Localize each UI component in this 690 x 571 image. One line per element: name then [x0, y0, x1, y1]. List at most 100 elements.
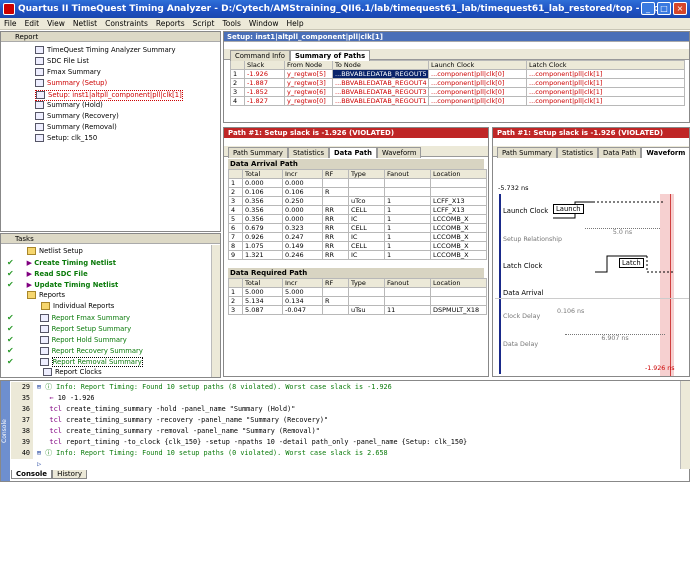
- table-row[interactable]: 1 5.000 5.000: [228, 287, 487, 297]
- console-input-line[interactable]: ▷: [11, 459, 679, 470]
- table-row[interactable]: 9 1.321 0.246 RR IC 1 LCCOMB_X: [228, 250, 487, 260]
- column-header[interactable]: From Node: [284, 60, 333, 70]
- console-output[interactable]: 29 ⊞ ⓘ Info: Report Timing: Found 10 set…: [11, 381, 679, 469]
- report-item[interactable]: Summary (Recovery): [35, 112, 119, 121]
- maximize-button[interactable]: □: [657, 2, 671, 15]
- close-button[interactable]: ×: [673, 2, 687, 15]
- tasks-scrollbar[interactable]: [211, 245, 220, 377]
- task-item[interactable]: ✔ Report Removal Summary: [7, 357, 143, 367]
- report-item-label: Setup: inst1|altpll_component|pll|clk[1]: [48, 91, 182, 99]
- task-folder[interactable]: Reports: [27, 291, 65, 300]
- menu-file[interactable]: File: [0, 19, 21, 28]
- report-item-selected[interactable]: Setup: inst1|altpll_component|pll|clk[1]: [35, 90, 183, 101]
- tab-waveform[interactable]: Waveform: [376, 147, 422, 158]
- tab-data-path[interactable]: Data Path: [598, 147, 642, 158]
- column-header[interactable]: RF: [322, 278, 349, 288]
- arrival-table: Total Incr RF Type Fanout Location 1 0.000 0.00…: [228, 169, 487, 260]
- column-header[interactable]: Type: [348, 169, 385, 179]
- report-icon: [42, 368, 52, 376]
- column-header[interactable]: Location: [430, 278, 487, 288]
- report-item[interactable]: TimeQuest Timing Analyzer Summary: [35, 46, 176, 55]
- column-header[interactable]: Launch Clock: [428, 60, 527, 70]
- minimize-button[interactable]: _: [641, 2, 655, 15]
- menu-view[interactable]: View: [43, 19, 69, 28]
- task-item[interactable]: ✔ ▶ Create Timing Netlist: [7, 258, 116, 268]
- report-item[interactable]: Setup: clk_150: [35, 134, 97, 143]
- column-header: [228, 278, 243, 288]
- table-row[interactable]: 1 0.000 0.000: [228, 178, 487, 188]
- task-item[interactable]: ✔ ▶ Read SDC File: [7, 269, 88, 279]
- table-row[interactable]: 2 -1.887 y_regtwo[3] ...BBVABLEDATAB_REGOUT…: [230, 78, 685, 88]
- menu-edit[interactable]: Edit: [21, 19, 44, 28]
- menu-netlist[interactable]: Netlist: [69, 19, 101, 28]
- menu-tools[interactable]: Tools: [218, 19, 244, 28]
- column-header[interactable]: Total: [242, 169, 283, 179]
- menu-script[interactable]: Script: [189, 19, 219, 28]
- column-header[interactable]: Fanout: [384, 278, 431, 288]
- report-item[interactable]: Summary (Hold): [35, 101, 103, 110]
- table-row[interactable]: 2 5.134 0.134 R: [228, 296, 487, 306]
- table-row[interactable]: 3 -1.852 y_regtwo[6] ...BBVABLEDATAB_REGOUT…: [230, 87, 685, 97]
- table-row[interactable]: 6 0.679 0.323 RR CELL 1 LCCOMB_X: [228, 223, 487, 233]
- table-row[interactable]: 4 -1.827 y_regtwo[0] ...BBVABLEDATAB_REGOUT…: [230, 96, 685, 106]
- tab-waveform[interactable]: Waveform: [641, 147, 689, 158]
- task-item[interactable]: ✔ Report Hold Summary: [7, 335, 127, 345]
- table-row[interactable]: 1 -1.926 y_regtwo[5] ...BBVABLEDATAB_REGOUT…: [230, 69, 685, 79]
- table-row[interactable]: 8 1.075 0.149 RR CELL 1 LCCOMB_X: [228, 241, 487, 251]
- to-node-cell: ...BBVABLEDATAB_REGOUT1: [332, 96, 429, 106]
- table-row[interactable]: 5 0.356 0.000 RR IC 1 LCCOMB_X: [228, 214, 487, 224]
- tab-data-path[interactable]: Data Path: [329, 147, 377, 158]
- table-row[interactable]: 3 0.356 0.250 uTco 1 LCFF_X13: [228, 196, 487, 206]
- column-header[interactable]: Total: [242, 278, 283, 288]
- column-header[interactable]: RF: [322, 169, 349, 179]
- clock-delay-value: 0.106 ns: [557, 308, 585, 315]
- table-icon: [35, 134, 44, 142]
- cell: uTco: [348, 196, 385, 206]
- menu-help[interactable]: Help: [283, 19, 308, 28]
- task-item[interactable]: ✔ Report Recovery Summary: [7, 346, 143, 356]
- column-header[interactable]: Type: [348, 278, 385, 288]
- column-header[interactable]: Fanout: [384, 169, 431, 179]
- tab-history[interactable]: History: [52, 470, 87, 479]
- table-row[interactable]: 7 0.926 0.247 RR IC 1 LCCOMB_X: [228, 232, 487, 242]
- task-item[interactable]: ✔ Report Fmax Summary: [7, 313, 130, 323]
- tab-statistics[interactable]: Statistics: [287, 147, 330, 158]
- table-row[interactable]: 4 0.356 0.000 RR CELL 1 LCFF_X13: [228, 205, 487, 215]
- menu-reports[interactable]: Reports: [152, 19, 189, 28]
- report-icon: [39, 325, 49, 333]
- tab-console[interactable]: Console: [11, 470, 53, 479]
- menu-constraints[interactable]: Constraints: [101, 19, 152, 28]
- task-item[interactable]: Report Clocks: [7, 368, 102, 377]
- check-icon: ✔: [7, 313, 14, 322]
- column-header[interactable]: To Node: [332, 60, 429, 70]
- column-header[interactable]: Incr: [282, 278, 323, 288]
- tab-path-summary[interactable]: Path Summary: [497, 147, 557, 158]
- tab-summary-of-paths[interactable]: Summary of Paths: [289, 50, 371, 61]
- tab-path-summary[interactable]: Path Summary: [228, 147, 288, 158]
- task-folder[interactable]: Netlist Setup: [27, 247, 83, 256]
- column-header[interactable]: Incr: [282, 169, 323, 179]
- table-row[interactable]: 3 5.087 -0.047 uTsu 11 DSPMULT_X18: [228, 305, 487, 315]
- waveform-view[interactable]: -5.732 ns Launch Clock Launch Setup Rela…: [495, 158, 689, 376]
- report-item[interactable]: Fmax Summary: [35, 68, 101, 77]
- tab-command-info[interactable]: Command Info: [230, 50, 290, 61]
- report-item[interactable]: Summary (Setup): [35, 79, 107, 88]
- column-header[interactable]: Slack: [244, 60, 285, 70]
- task-folder[interactable]: Individual Reports: [41, 302, 114, 311]
- report-item[interactable]: Summary (Removal): [35, 123, 117, 132]
- report-icon: [39, 314, 49, 322]
- task-item[interactable]: ✔ ▶ Update Timing Netlist: [7, 280, 118, 290]
- latch-clock-cell: ...component|pll|clk[1]: [526, 78, 685, 88]
- menu-window[interactable]: Window: [245, 19, 283, 28]
- tab-statistics[interactable]: Statistics: [556, 147, 599, 158]
- cell: [384, 187, 431, 197]
- report-item[interactable]: SDC File List: [35, 57, 89, 66]
- info-icon: ⓘ: [45, 449, 53, 457]
- cell: CELL: [348, 223, 385, 233]
- console-scrollbar[interactable]: [680, 381, 690, 469]
- column-header[interactable]: Location: [430, 169, 487, 179]
- table-row[interactable]: 2 0.106 0.106 R: [228, 187, 487, 197]
- task-item[interactable]: ✔ Report Setup Summary: [7, 324, 131, 334]
- tasks-panel-title: Tasks: [15, 235, 34, 243]
- column-header[interactable]: Latch Clock: [526, 60, 685, 70]
